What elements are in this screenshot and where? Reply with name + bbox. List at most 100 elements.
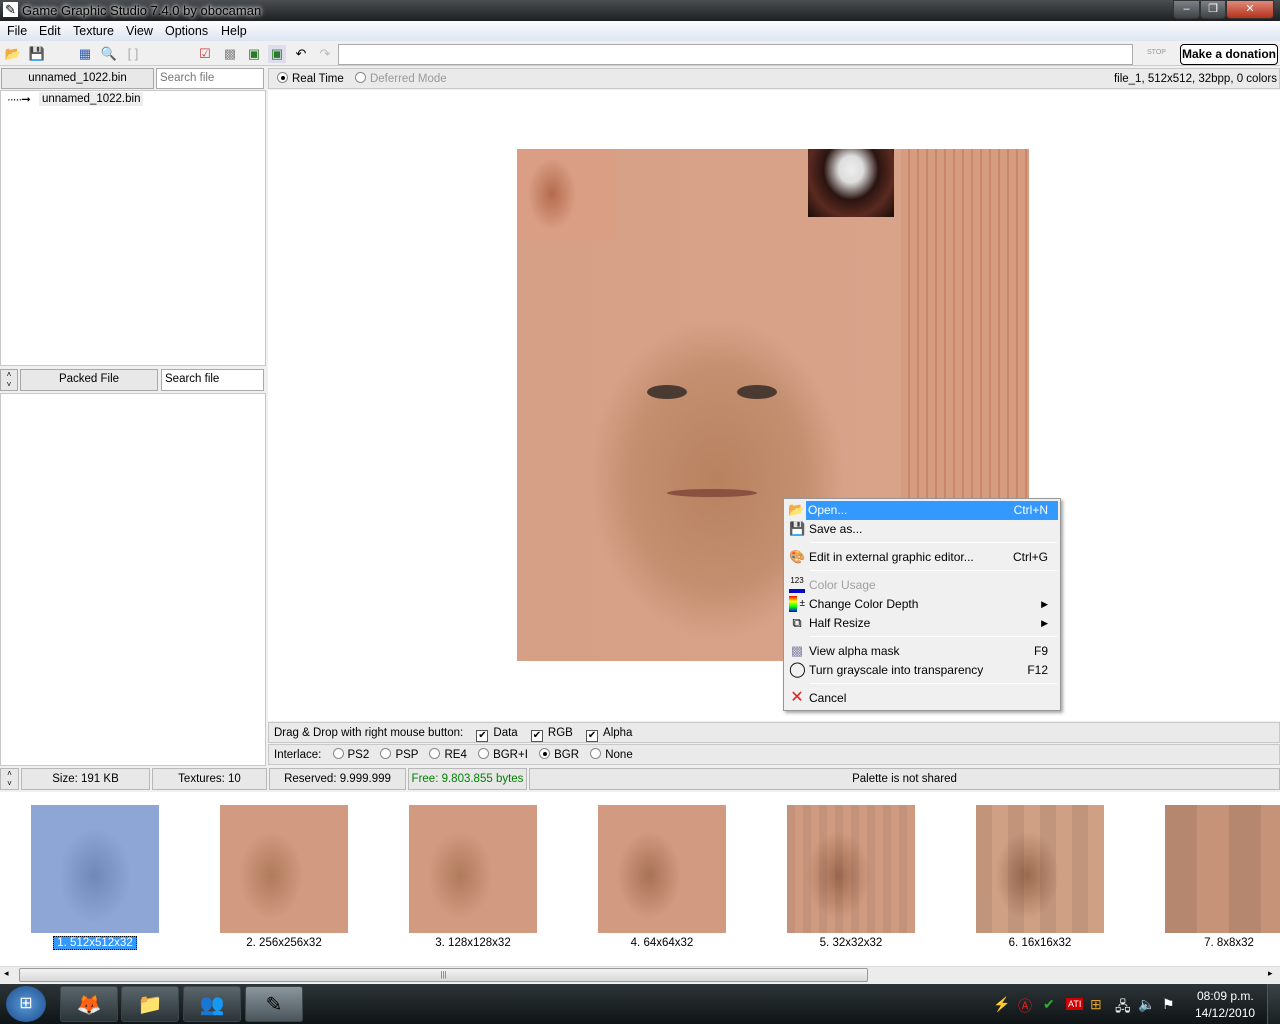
status-spinner[interactable]: ˄ ˅ xyxy=(0,768,19,790)
menu-edit[interactable]: Edit xyxy=(39,24,61,38)
menu-item-view-alpha-mask[interactable]: ▩ View alpha mask F9 xyxy=(786,642,1058,661)
menu-options[interactable]: Options xyxy=(165,24,208,38)
scroll-left-icon[interactable]: ◂ xyxy=(4,968,9,979)
interlace-label: Interlace: xyxy=(274,749,322,761)
texture-canvas[interactable] xyxy=(268,90,1280,721)
transparency-icon[interactable]: ▩ xyxy=(221,45,239,63)
restore-button[interactable]: ❐ xyxy=(1200,0,1226,19)
app-icon: ✎ xyxy=(3,2,18,17)
firefox-task[interactable]: 🦊 xyxy=(60,986,118,1022)
menu-item-grayscale-transparency[interactable]: ◯ Turn grayscale into transparency F12 xyxy=(786,661,1058,680)
start-button[interactable]: ⊞ xyxy=(6,986,46,1022)
tree-item[interactable]: unnamed_1022.bin xyxy=(39,92,144,106)
menu-item-open[interactable]: Open... Ctrl+N xyxy=(806,501,1058,520)
thumbnail-label-1[interactable]: 1. 512x512x32 xyxy=(31,936,159,950)
interlace-re4-radio[interactable] xyxy=(429,748,441,759)
thumbnail-label-6[interactable]: 6. 16x16x32 xyxy=(976,937,1104,949)
check-document-icon[interactable]: ☑ xyxy=(196,45,214,63)
thumbnail-4[interactable] xyxy=(598,805,726,933)
tray-avira-icon[interactable]: Ⓐ xyxy=(1018,996,1032,1016)
thumbnail-5[interactable] xyxy=(787,805,915,933)
interlace-bgri-radio[interactable] xyxy=(478,748,490,759)
path-input[interactable] xyxy=(338,44,1133,65)
interlace-bar: Interlace: PS2 PSP RE4 BGR+I BGR None xyxy=(268,744,1280,765)
thumbnail-2[interactable] xyxy=(220,805,348,933)
interlace-psp-radio[interactable] xyxy=(380,748,392,759)
save-icon[interactable]: 💾 xyxy=(28,45,46,63)
spinner-button[interactable]: ˄ ˅ xyxy=(0,369,18,391)
rgb-checkbox[interactable]: ✔ xyxy=(530,730,543,742)
menu-item-cancel[interactable]: ✕ Cancel xyxy=(786,689,1058,708)
thumbnail-label-3[interactable]: 3. 128x128x32 xyxy=(409,937,537,949)
tray-flag-icon[interactable]: ⚑ xyxy=(1162,996,1175,1013)
deferred-radio[interactable] xyxy=(354,72,366,83)
tray-windows-update-icon[interactable]: ⊞ xyxy=(1090,996,1102,1013)
open-folder-icon[interactable]: 📂 xyxy=(4,45,22,63)
grid-view-icon[interactable]: ▦ xyxy=(76,45,94,63)
thumbnail-3[interactable] xyxy=(409,805,537,933)
preview-zoom-icon[interactable]: 🔍 xyxy=(100,45,118,63)
tray-green-icon[interactable]: ✔ xyxy=(1043,996,1055,1013)
thumbnail-1[interactable] xyxy=(31,805,159,933)
undo-icon[interactable]: ↶ xyxy=(292,45,310,63)
menu-item-edit-external[interactable]: 🎨 Edit in external graphic editor... Ctrl+… xyxy=(786,548,1058,567)
taskbar: ⊞ 🦊 📁 👥 ✎ ⚡ Ⓐ ✔ ATI ⊞ 🖧 🔈 ⚑ 08:09 p.m. 1… xyxy=(0,984,1280,1024)
texture-scalp-region xyxy=(901,149,1029,499)
clock-time[interactable]: 08:09 p.m. xyxy=(1197,989,1254,1003)
interlace-none-radio[interactable] xyxy=(590,748,602,759)
redo-icon[interactable]: ↷ xyxy=(316,45,334,63)
image-view-icon[interactable]: ▣ xyxy=(268,45,286,63)
minimize-button[interactable]: – xyxy=(1173,0,1200,19)
interlace-bgr-radio[interactable] xyxy=(539,748,551,759)
messenger-task[interactable]: 👥 xyxy=(183,986,241,1022)
scrollbar-thumb[interactable]: ||| xyxy=(19,968,868,982)
menu-separator xyxy=(810,636,1057,637)
thumbnail-7[interactable] xyxy=(1165,805,1280,933)
menu-file[interactable]: File xyxy=(7,24,27,38)
menu-item-half-resize[interactable]: ⧉ Half Resize ▶ xyxy=(786,614,1058,633)
donate-button[interactable]: Make a donation xyxy=(1180,44,1278,65)
alpha-checkbox[interactable]: ✔ xyxy=(586,730,599,742)
image-fit-icon[interactable]: ▣ xyxy=(245,45,263,63)
menu-view[interactable]: View xyxy=(126,24,153,38)
file-button[interactable]: unnamed_1022.bin xyxy=(1,68,154,89)
data-checkbox[interactable]: ✔ xyxy=(476,730,489,742)
interlace-ps2-radio[interactable] xyxy=(332,748,344,759)
search-file-input[interactable]: Search file xyxy=(156,68,264,89)
dragdrop-label: Drag & Drop with right mouse button: xyxy=(274,727,464,739)
realtime-radio[interactable] xyxy=(277,72,288,83)
palette-icon: 🎨 xyxy=(789,549,806,564)
menu-item-change-color-depth[interactable]: ± Change Color Depth ▶ xyxy=(786,595,1058,614)
context-menu: Open... Ctrl+N 📂 💾 Save as... 🎨 Edit in ext… xyxy=(783,498,1061,711)
thumbnail-label-2[interactable]: 2. 256x256x32 xyxy=(220,937,348,949)
menu-help[interactable]: Help xyxy=(221,24,247,38)
tray-network-icon[interactable]: 🖧 xyxy=(1115,996,1131,1020)
close-button[interactable]: ✕ xyxy=(1226,0,1274,19)
tray-bolt-icon[interactable]: ⚡ xyxy=(993,996,1010,1013)
scroll-right-icon[interactable]: ▸ xyxy=(1268,968,1273,979)
explorer-task[interactable]: 📁 xyxy=(121,986,179,1022)
thumbnail-strip: 1. 512x512x32 2. 256x256x32 3. 128x128x3… xyxy=(0,792,1280,966)
texture-mouth xyxy=(667,489,757,497)
tray-volume-icon[interactable]: 🔈 xyxy=(1138,996,1155,1013)
thumbnail-label-7[interactable]: 7. 8x8x32 xyxy=(1165,937,1280,949)
deferred-label: Deferred Mode xyxy=(369,73,447,85)
thumbnail-label-4[interactable]: 4. 64x64x32 xyxy=(598,937,726,949)
menu-item-save-as[interactable]: 💾 Save as... xyxy=(786,520,1058,539)
bracket-icon[interactable]: [ ] xyxy=(124,45,142,63)
thumbnail-6[interactable] xyxy=(976,805,1104,933)
stop-button[interactable]: STOP xyxy=(1147,49,1166,56)
title-bar: ✎ Game Graphic Studio 7.4.0 by obocaman … xyxy=(0,0,1280,21)
packed-search-input[interactable]: Search file xyxy=(161,369,264,391)
resize-icon: ⧉ xyxy=(792,615,802,630)
thumbnail-label-5[interactable]: 5. 32x32x32 xyxy=(787,937,915,949)
show-desktop-button[interactable] xyxy=(1267,984,1280,1024)
tray-ati-icon[interactable]: ATI xyxy=(1066,998,1084,1010)
horizontal-scrollbar[interactable]: ◂ ||| ▸ xyxy=(0,966,1280,983)
packed-file-button[interactable]: Packed File xyxy=(20,369,158,391)
reserved-status: Reserved: 9.999.999 bytes xyxy=(269,768,406,805)
menu-texture[interactable]: Texture xyxy=(73,24,114,38)
clock-date[interactable]: 14/12/2010 xyxy=(1195,1006,1255,1020)
file-tree: ·····➞ unnamed_1022.bin xyxy=(0,90,266,366)
ggs-task[interactable]: ✎ xyxy=(245,986,303,1022)
